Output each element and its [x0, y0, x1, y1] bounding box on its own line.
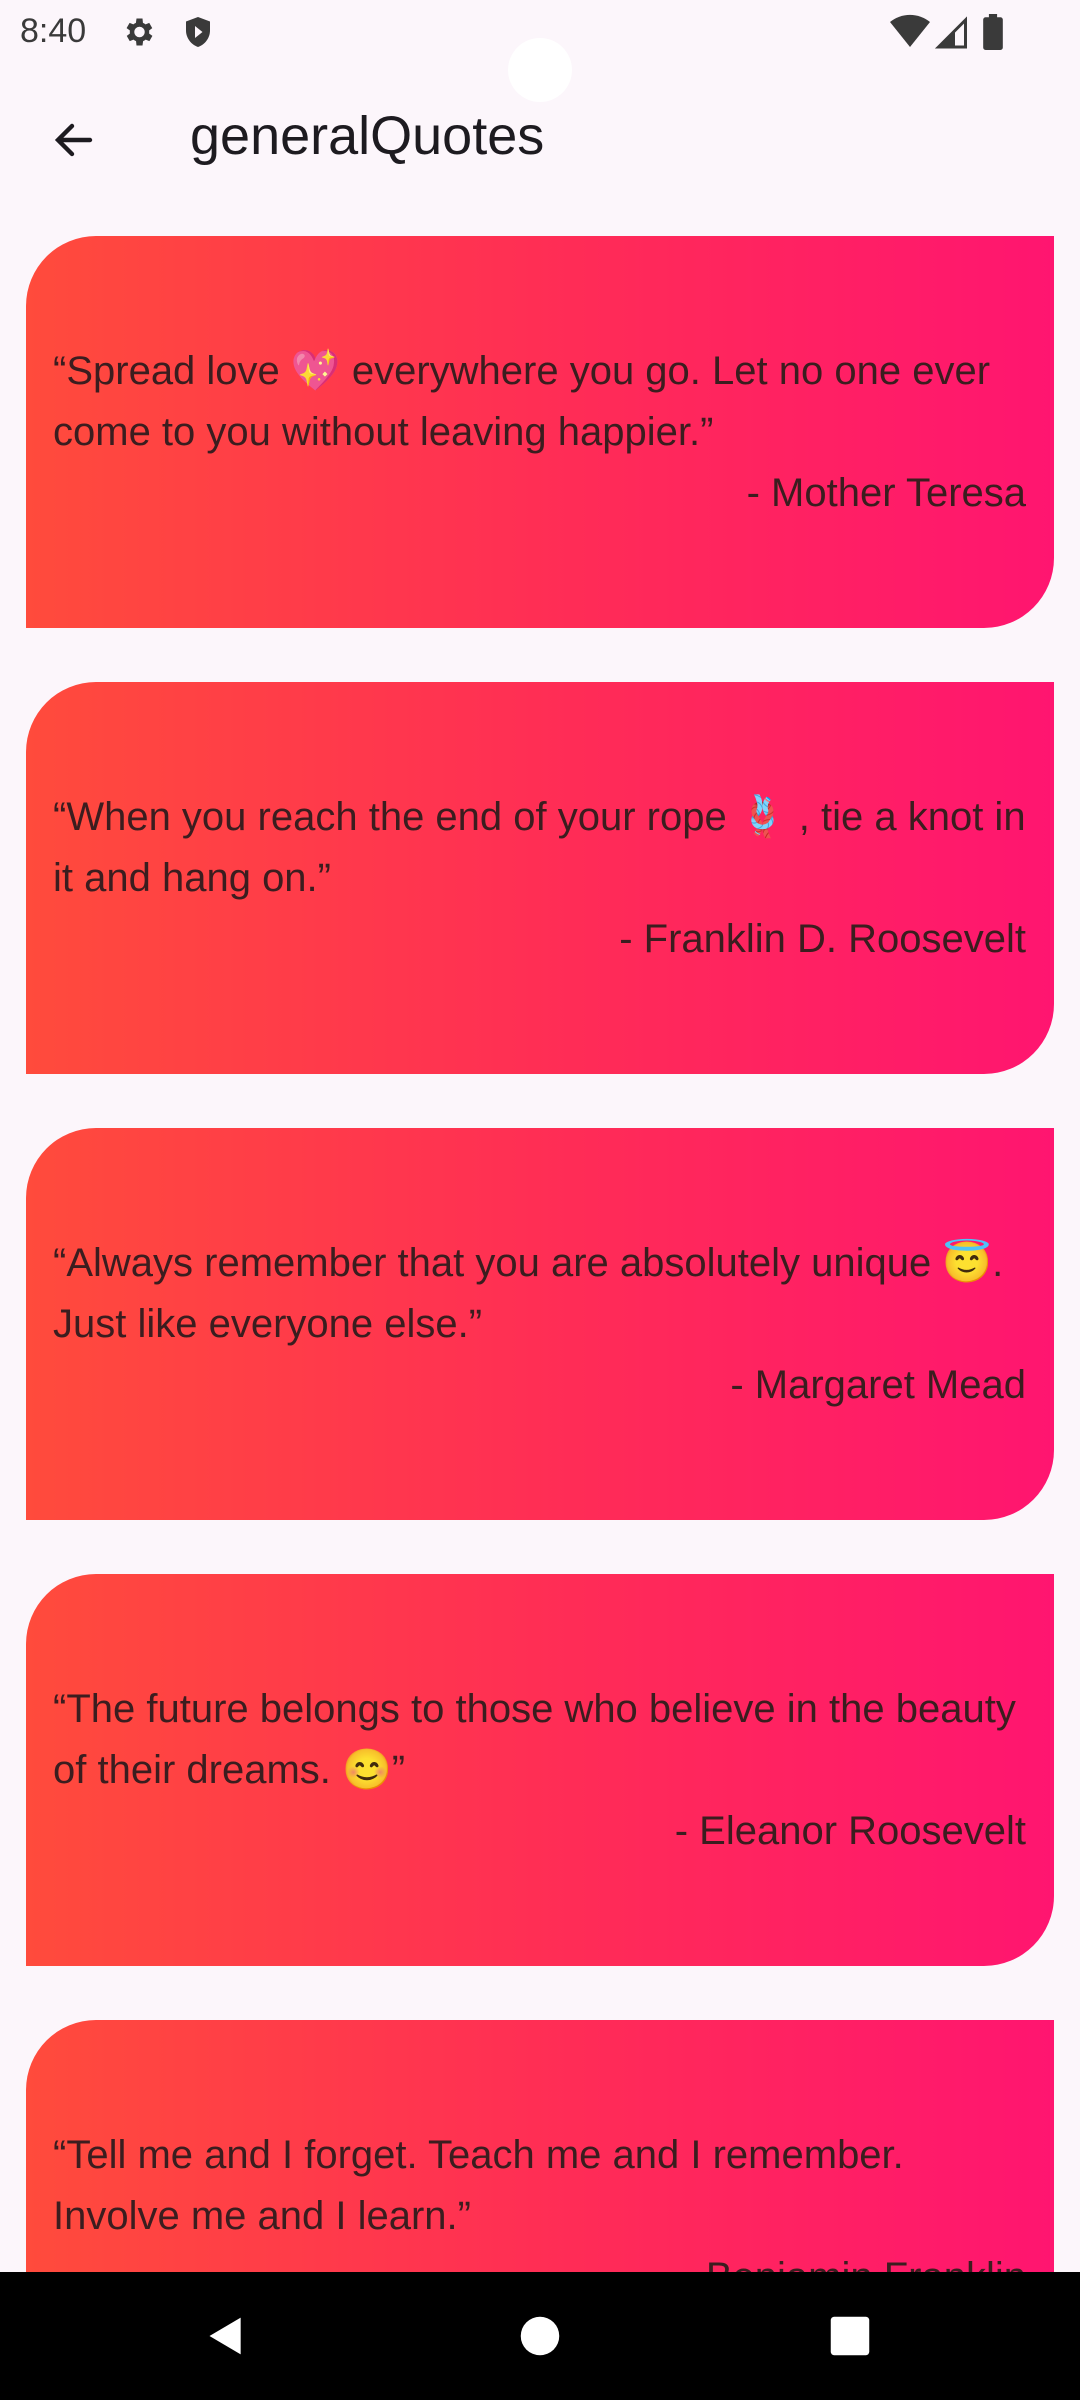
- quote-card[interactable]: “The future belongs to those who believe…: [26, 1574, 1054, 1966]
- back-arrow-icon: [54, 123, 93, 157]
- signal-icon: [934, 14, 970, 50]
- system-nav-bar: [0, 2272, 1080, 2400]
- quote-card[interactable]: “Always remember that you are absolutely…: [26, 1128, 1054, 1520]
- quote-text: “Tell me and I forget. Teach me and I re…: [53, 2133, 904, 2238]
- nav-recents-button[interactable]: [810, 2296, 890, 2376]
- home-circle-icon: [520, 2316, 560, 2356]
- status-bar: 8:40: [0, 0, 1080, 102]
- back-triangle-icon: [209, 2317, 241, 2355]
- recents-square-icon: [830, 2316, 870, 2356]
- quote-author: - Mother Teresa: [746, 471, 1026, 515]
- quote-list[interactable]: “Spread love 💖 everywhere you go. Let no…: [0, 208, 1080, 2272]
- app-bar: generalQuotes: [0, 64, 1080, 208]
- battery-icon: [982, 14, 1008, 50]
- page-title: generalQuotes: [190, 106, 545, 166]
- quote-text: “Always remember that you are absolutely…: [53, 1241, 1004, 1346]
- quote-author: - Eleanor Roosevelt: [674, 1809, 1026, 1853]
- quote-text: “Spread love 💖 everywhere you go. Let no…: [53, 349, 991, 454]
- quote-text: “When you reach the end of your rope 🪢 ,…: [53, 795, 1026, 900]
- quote-card[interactable]: “Spread love 💖 everywhere you go. Let no…: [26, 236, 1054, 628]
- status-time: 8:40: [20, 12, 87, 50]
- settings-icon: [120, 14, 156, 50]
- quote-card[interactable]: “Tell me and I forget. Teach me and I re…: [26, 2020, 1054, 2272]
- quotes-screen: 8:40 generalQuotes “Spread love 💖 everyw…: [0, 0, 1080, 2400]
- shield-icon: [180, 14, 216, 50]
- quote-author: - Franklin D. Roosevelt: [619, 917, 1026, 961]
- quote-author: - Margaret Mead: [730, 1363, 1026, 1407]
- wifi-icon: [890, 14, 930, 50]
- quote-card[interactable]: “When you reach the end of your rope 🪢 ,…: [26, 682, 1054, 1074]
- nav-home-button[interactable]: [500, 2296, 580, 2376]
- quote-text: “The future belongs to those who believe…: [53, 1687, 1016, 1792]
- nav-back-button[interactable]: [186, 2296, 266, 2376]
- quote-author: - Benjamin Franklin: [53, 2247, 1026, 2272]
- back-button[interactable]: [36, 102, 112, 178]
